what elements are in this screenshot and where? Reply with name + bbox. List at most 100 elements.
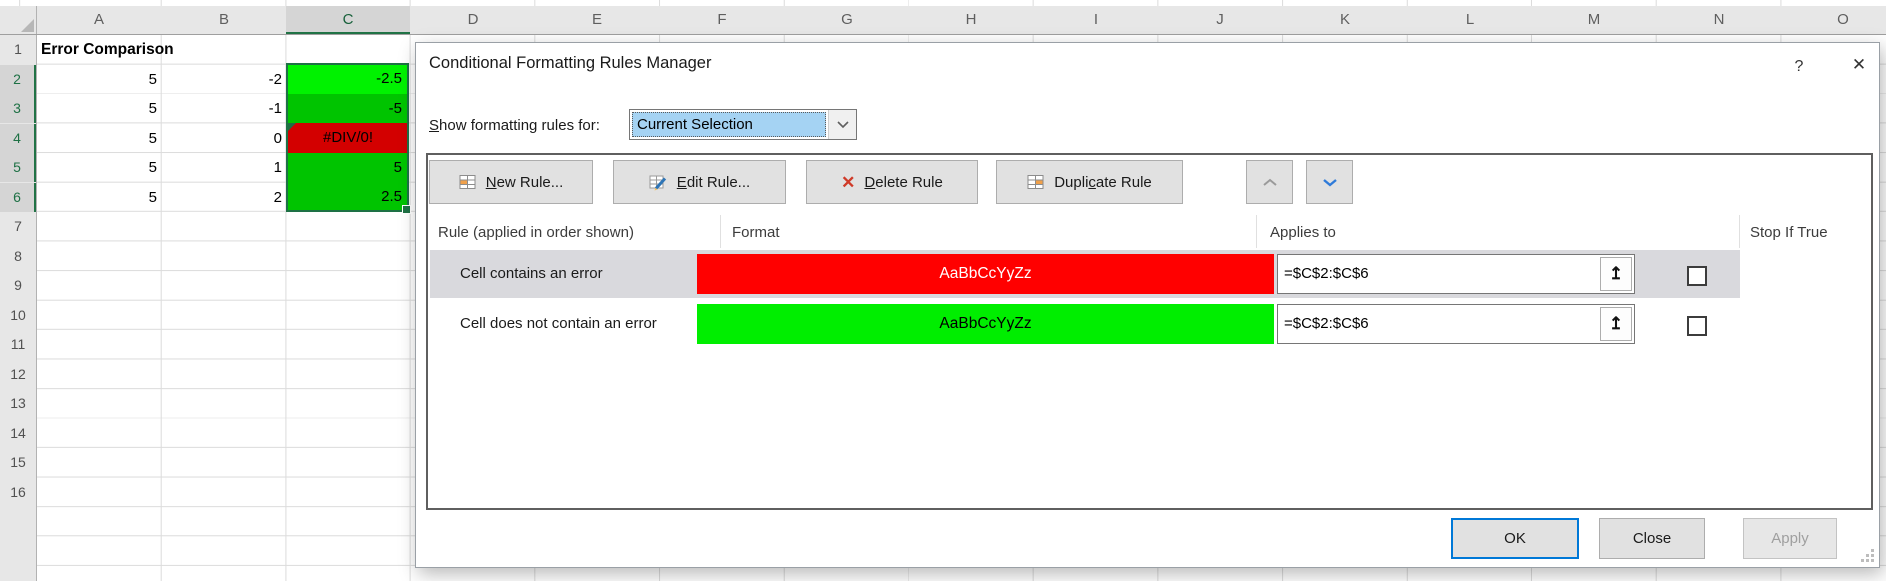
dialog-title: Conditional Formatting Rules Manager xyxy=(429,54,711,73)
move-rule-up-button[interactable] xyxy=(1246,160,1293,204)
list-header-rule: Rule (applied in order shown) xyxy=(438,218,634,248)
cell-b2[interactable]: -2 xyxy=(165,65,282,94)
row-header-10[interactable]: 10 xyxy=(0,301,36,330)
cell-a6[interactable]: 5 xyxy=(40,183,157,212)
duplicate-rule-label: Duplicate Rule xyxy=(1054,174,1152,191)
format-preview-red: AaBbCcYyZz xyxy=(697,254,1274,294)
row-header-6[interactable]: 6 xyxy=(0,183,36,212)
applies-to-value-1: =$C$2:$C$6 xyxy=(1284,255,1369,293)
cell-a3[interactable]: 5 xyxy=(40,94,157,123)
conditional-formatting-rules-manager-dialog: Conditional Formatting Rules Manager ? ✕… xyxy=(415,42,1880,568)
cell-c2[interactable]: -2.5 xyxy=(288,64,408,94)
applies-to-value-2: =$C$2:$C$6 xyxy=(1284,305,1369,343)
error-indicator-icon xyxy=(288,123,296,131)
show-rules-dropdown[interactable]: Current Selection xyxy=(629,109,857,140)
col-header-m[interactable]: M xyxy=(1532,6,1656,34)
row-header-16[interactable]: 16 xyxy=(0,478,36,507)
table-icon xyxy=(459,174,477,190)
delete-rule-label: Delete Rule xyxy=(864,174,942,191)
edit-rule-label: Edit Rule... xyxy=(677,174,750,191)
row-header-11[interactable]: 11 xyxy=(0,330,36,359)
collapse-range-icon[interactable]: ↥ xyxy=(1600,257,1632,291)
rules-frame: New Rule... Edit Rule... ✕ Delete Rule D… xyxy=(426,153,1873,510)
excel-window: A B C D E F G H I J K L M N O 1 2 3 4 5 … xyxy=(0,0,1886,581)
cell-a5[interactable]: 5 xyxy=(40,153,157,182)
col-header-i[interactable]: I xyxy=(1034,6,1158,34)
column-divider xyxy=(720,215,721,248)
column-divider xyxy=(1256,215,1257,248)
applies-to-field-2[interactable]: =$C$2:$C$6 ↥ xyxy=(1277,304,1635,344)
cell-b4[interactable]: 0 xyxy=(165,124,282,153)
column-divider xyxy=(1739,215,1740,248)
collapse-range-icon[interactable]: ↥ xyxy=(1600,307,1632,341)
stop-if-true-checkbox-1[interactable] xyxy=(1687,266,1707,286)
cell-b6[interactable]: 2 xyxy=(165,183,282,212)
resize-grip-icon[interactable] xyxy=(1860,548,1874,562)
col-header-a[interactable]: A xyxy=(37,6,161,34)
stop-if-true-checkbox-2[interactable] xyxy=(1687,316,1707,336)
col-header-e[interactable]: E xyxy=(535,6,659,34)
col-header-d[interactable]: D xyxy=(411,6,535,34)
col-header-f[interactable]: F xyxy=(660,6,784,34)
ok-button[interactable]: OK xyxy=(1451,518,1579,559)
format-preview-green: AaBbCcYyZz xyxy=(697,304,1274,344)
cell-a2[interactable]: 5 xyxy=(40,65,157,94)
chevron-down-icon xyxy=(1321,177,1339,188)
chevron-down-icon xyxy=(836,120,850,129)
col-header-g[interactable]: G xyxy=(785,6,909,34)
cell-c4[interactable]: #DIV/0! xyxy=(288,123,408,153)
col-header-j[interactable]: J xyxy=(1158,6,1282,34)
edit-rule-button[interactable]: Edit Rule... xyxy=(613,160,786,204)
cell-c6[interactable]: 2.5 xyxy=(288,182,408,212)
show-rules-label: Show formatting rules for: xyxy=(429,117,600,134)
col-header-o[interactable]: O xyxy=(1781,6,1886,34)
col-header-l[interactable]: L xyxy=(1408,6,1532,34)
apply-button[interactable]: Apply xyxy=(1743,518,1837,559)
close-icon[interactable]: ✕ xyxy=(1842,51,1876,79)
list-header-format: Format xyxy=(732,218,780,248)
row-header-3[interactable]: 3 xyxy=(0,94,36,123)
new-rule-label: New Rule... xyxy=(486,174,564,191)
rule-description: Cell does not contain an error xyxy=(460,300,657,348)
row-header-2[interactable]: 2 xyxy=(0,65,36,94)
col-header-c[interactable]: C xyxy=(286,6,410,34)
row-header-13[interactable]: 13 xyxy=(0,389,36,418)
col-header-h[interactable]: H xyxy=(909,6,1033,34)
col-header-k[interactable]: K xyxy=(1283,6,1407,34)
cell-c5[interactable]: 5 xyxy=(288,153,408,182)
table-pencil-icon xyxy=(649,174,668,191)
show-rules-dropdown-value: Current Selection xyxy=(632,112,826,137)
select-all-triangle-icon xyxy=(21,19,34,32)
cell-a4[interactable]: 5 xyxy=(40,124,157,153)
cell-c4-value: #DIV/0! xyxy=(323,129,373,146)
row-header-14[interactable]: 14 xyxy=(0,419,36,448)
list-header-stop-if-true: Stop If True xyxy=(1750,218,1828,248)
cell-c3[interactable]: -5 xyxy=(288,94,408,123)
cell-b3[interactable]: -1 xyxy=(165,94,282,123)
new-rule-button[interactable]: New Rule... xyxy=(429,160,593,204)
col-header-b[interactable]: B xyxy=(162,6,286,34)
row-header-1[interactable]: 1 xyxy=(0,35,36,64)
row-header-15[interactable]: 15 xyxy=(0,448,36,477)
red-x-icon: ✕ xyxy=(841,174,855,191)
col-header-n[interactable]: N xyxy=(1657,6,1781,34)
applies-to-field-1[interactable]: =$C$2:$C$6 ↥ xyxy=(1277,254,1635,294)
select-all-corner[interactable] xyxy=(0,6,37,34)
cell-a1[interactable]: Error Comparison xyxy=(41,35,301,64)
cell-b5[interactable]: 1 xyxy=(165,153,282,182)
chevron-up-icon xyxy=(1261,177,1279,188)
duplicate-rule-button[interactable]: Duplicate Rule xyxy=(996,160,1183,204)
row-header-9[interactable]: 9 xyxy=(0,271,36,300)
rule-description: Cell contains an error xyxy=(460,250,603,298)
move-rule-down-button[interactable] xyxy=(1306,160,1353,204)
close-button[interactable]: Close xyxy=(1599,518,1705,559)
dropdown-arrow-button[interactable] xyxy=(828,110,856,139)
help-icon[interactable]: ? xyxy=(1784,54,1814,80)
row-header-12[interactable]: 12 xyxy=(0,360,36,389)
row-header-5[interactable]: 5 xyxy=(0,153,36,182)
list-header-applies-to: Applies to xyxy=(1270,218,1336,248)
row-header-4[interactable]: 4 xyxy=(0,124,36,153)
row-header-7[interactable]: 7 xyxy=(0,212,36,241)
delete-rule-button[interactable]: ✕ Delete Rule xyxy=(806,160,978,204)
row-header-8[interactable]: 8 xyxy=(0,242,36,271)
